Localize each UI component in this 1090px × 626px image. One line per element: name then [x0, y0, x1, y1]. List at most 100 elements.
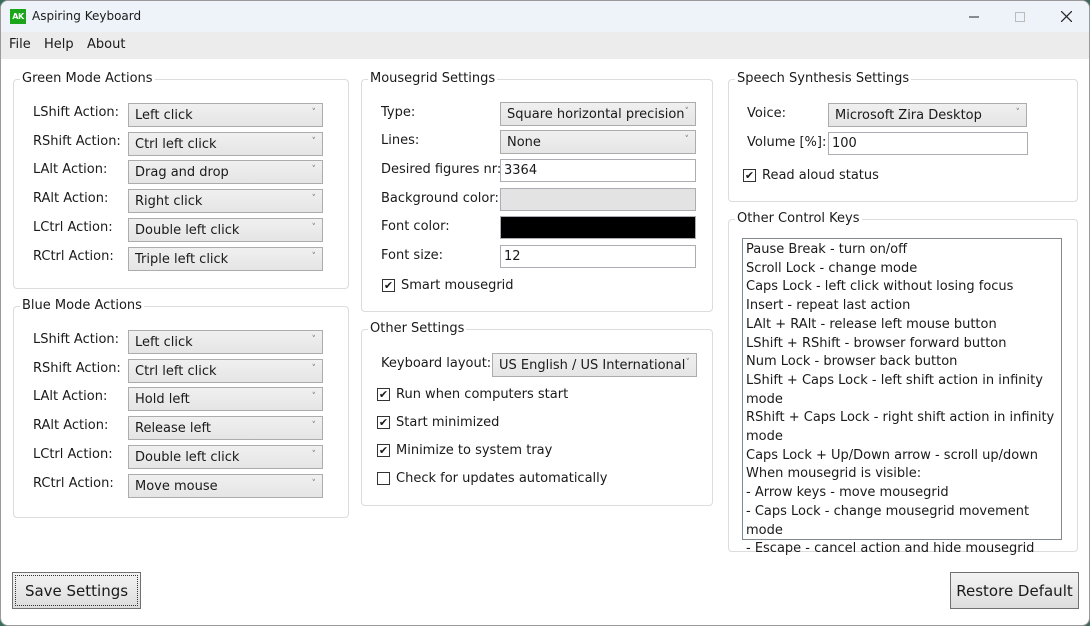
- background-color-picker[interactable]: [500, 188, 696, 211]
- action-value: Double left click: [135, 449, 240, 465]
- maximize-icon: [1015, 11, 1025, 22]
- list-item[interactable]: Scroll Lock - change mode: [746, 260, 1058, 279]
- action-select[interactable]: Double left click ˅: [128, 217, 323, 242]
- action-label: LAlt Action:: [33, 389, 108, 405]
- voice-label: Voice:: [747, 106, 786, 121]
- settings-checkbox[interactable]: ✔ Run when computers start: [377, 387, 568, 402]
- font-color-label: Font color:: [381, 219, 450, 234]
- checkbox-icon: [377, 472, 390, 485]
- action-label: RShift Action:: [33, 133, 121, 149]
- settings-checkbox-label: Start minimized: [396, 415, 500, 430]
- action-label: RCtrl Action:: [33, 248, 114, 264]
- volume-input[interactable]: 100: [828, 132, 1028, 155]
- chevron-down-icon: ˅: [1015, 108, 1021, 118]
- list-item[interactable]: - Arrow keys - move mousegrid: [746, 484, 1058, 503]
- action-select[interactable]: Move mouse ˅: [128, 473, 323, 498]
- action-select[interactable]: Right click ˅: [128, 189, 323, 214]
- save-settings-button[interactable]: Save Settings: [12, 572, 141, 609]
- action-select[interactable]: Release left ˅: [128, 416, 323, 441]
- lines-label: Lines:: [381, 133, 420, 148]
- menu-bar: File Help About: [1, 32, 1089, 59]
- action-select[interactable]: Left click ˅: [128, 103, 323, 127]
- checkbox-icon: ✔: [382, 279, 395, 292]
- figures-input[interactable]: 3364: [500, 159, 696, 182]
- action-select[interactable]: Ctrl left click ˅: [128, 131, 323, 156]
- font-color-picker[interactable]: [500, 216, 696, 239]
- list-item[interactable]: LShift + Caps Lock - left shift action i…: [746, 372, 1058, 409]
- action-value: Hold left: [135, 392, 190, 408]
- keyboard-layout-select[interactable]: US English / US International ˅: [492, 353, 697, 377]
- keyboard-layout-value: US English / US International: [499, 358, 686, 373]
- control-keys-title: Other Control Keys: [735, 211, 862, 226]
- checkbox-icon: ✔: [377, 388, 390, 401]
- chevron-down-icon: ˅: [684, 135, 690, 145]
- list-item[interactable]: Insert - repeat last action: [746, 297, 1058, 316]
- figures-label: Desired figures nr:: [381, 162, 502, 177]
- mousegrid-lines-select[interactable]: None ˅: [500, 130, 696, 154]
- settings-checkbox[interactable]: ✔ Minimize to system tray: [377, 443, 552, 458]
- list-item[interactable]: - Caps Lock - change mousegrid movement …: [746, 503, 1058, 540]
- list-item[interactable]: Caps Lock - left click without losing fo…: [746, 278, 1058, 297]
- type-label: Type:: [381, 105, 416, 120]
- action-value: Ctrl left click: [135, 136, 217, 152]
- voice-select[interactable]: Microsoft Zira Desktop ˅: [828, 103, 1027, 127]
- close-icon: [1060, 11, 1072, 22]
- green-mode-title: Green Mode Actions: [20, 71, 155, 86]
- close-button[interactable]: [1043, 1, 1089, 32]
- smart-mousegrid-label: Smart mousegrid: [401, 278, 514, 293]
- control-keys-list[interactable]: Pause Break - turn on/off Scroll Lock - c…: [742, 238, 1062, 556]
- menu-file[interactable]: File: [9, 37, 31, 52]
- font-size-label: Font size:: [381, 248, 444, 263]
- chevron-down-icon: ˅: [311, 449, 317, 460]
- blue-mode-title: Blue Mode Actions: [20, 298, 144, 313]
- action-label: LShift Action:: [33, 332, 120, 347]
- list-item[interactable]: LAlt + RAlt - release left mouse button: [746, 316, 1058, 335]
- smart-mousegrid-checkbox[interactable]: ✔ Smart mousegrid: [382, 278, 514, 293]
- chevron-down-icon: ˅: [684, 107, 690, 117]
- read-aloud-label: Read aloud status: [762, 168, 879, 183]
- list-item[interactable]: - Escape - cancel action and hide mouseg…: [746, 540, 1058, 559]
- maximize-button[interactable]: [997, 1, 1043, 32]
- chevron-down-icon: ˅: [311, 421, 317, 432]
- action-select[interactable]: Left click ˅: [128, 330, 323, 354]
- menu-help[interactable]: Help: [44, 37, 74, 52]
- mousegrid-title: Mousegrid Settings: [368, 71, 498, 86]
- mousegrid-type-select[interactable]: Square horizontal precision ˅: [500, 102, 696, 126]
- action-value: Double left click: [135, 222, 240, 238]
- list-item[interactable]: LShift + RShift - browser forward button: [746, 335, 1058, 354]
- action-label: RCtrl Action:: [33, 475, 114, 491]
- font-size-input[interactable]: 12: [500, 245, 696, 268]
- restore-default-button[interactable]: Restore Default: [950, 572, 1079, 609]
- mousegrid-type-value: Square horizontal precision: [507, 107, 685, 122]
- minimize-button[interactable]: [951, 1, 997, 32]
- action-select[interactable]: Triple left click ˅: [128, 246, 323, 271]
- settings-checkbox[interactable]: Check for updates automatically: [377, 471, 607, 486]
- title-bar: AK Aspiring Keyboard: [1, 1, 1089, 32]
- action-label: LCtrl Action:: [33, 446, 113, 462]
- action-select[interactable]: Hold left ˅: [128, 387, 323, 412]
- action-label: LShift Action:: [33, 105, 120, 120]
- minimize-icon: [969, 16, 979, 17]
- window-title: Aspiring Keyboard: [32, 9, 142, 23]
- list-item[interactable]: When mousegrid is visible:: [746, 465, 1058, 484]
- list-item[interactable]: Num Lock - browser back button: [746, 353, 1058, 372]
- action-select[interactable]: Drag and drop ˅: [128, 160, 323, 185]
- action-value: Triple left click: [135, 251, 229, 267]
- keyboard-layout-label: Keyboard layout:: [381, 356, 492, 371]
- chevron-down-icon: ˅: [311, 165, 317, 176]
- read-aloud-checkbox[interactable]: ✔ Read aloud status: [743, 168, 879, 183]
- voice-value: Microsoft Zira Desktop: [835, 108, 982, 123]
- list-item[interactable]: Caps Lock + Up/Down arrow - scroll up/do…: [746, 447, 1058, 466]
- list-item[interactable]: Pause Break - turn on/off: [746, 241, 1058, 260]
- list-item[interactable]: RShift + Caps Lock - right shift action …: [746, 409, 1058, 446]
- action-value: Left click: [135, 108, 193, 123]
- action-select[interactable]: Double left click ˅: [128, 444, 323, 469]
- checkbox-icon: ✔: [743, 169, 756, 182]
- action-select[interactable]: Ctrl left click ˅: [128, 358, 323, 383]
- settings-checkbox-label: Run when computers start: [396, 387, 569, 402]
- settings-checkbox[interactable]: ✔ Start minimized: [377, 415, 499, 430]
- chevron-down-icon: ˅: [311, 335, 317, 345]
- chevron-down-icon: ˅: [311, 222, 317, 233]
- chevron-down-icon: ˅: [311, 478, 317, 489]
- menu-about[interactable]: About: [87, 37, 125, 52]
